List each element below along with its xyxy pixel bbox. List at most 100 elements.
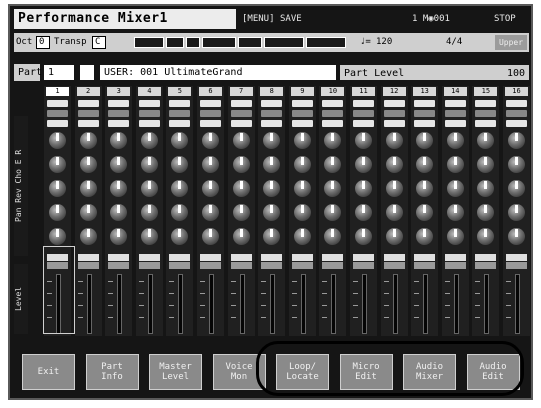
level-fader-track[interactable] <box>147 274 153 334</box>
knob-icon[interactable] <box>416 132 434 149</box>
knob-icon[interactable] <box>232 132 250 149</box>
knob-icon[interactable] <box>416 204 434 221</box>
knob-icon[interactable] <box>324 156 342 173</box>
knob-icon[interactable] <box>355 228 372 245</box>
fader-cap[interactable] <box>475 262 497 269</box>
knob-icon[interactable] <box>232 204 250 221</box>
knob-icon[interactable] <box>232 180 250 197</box>
fader-cap[interactable] <box>261 262 283 269</box>
function-button[interactable]: Part Info <box>85 354 139 390</box>
fader-cap[interactable] <box>108 254 130 261</box>
knob-icon[interactable] <box>202 156 219 173</box>
knob-icon[interactable] <box>355 204 372 221</box>
knob-icon[interactable] <box>171 180 189 197</box>
knob-icon[interactable] <box>416 228 434 245</box>
level-fader-track[interactable] <box>239 274 245 334</box>
knob-icon[interactable] <box>293 180 311 197</box>
oct-value[interactable]: 0 <box>36 36 50 49</box>
fader-cap[interactable] <box>291 262 313 269</box>
mixer-channel[interactable]: 3 <box>105 86 133 336</box>
knob-icon[interactable] <box>477 132 495 149</box>
knob-icon[interactable] <box>293 204 311 221</box>
knob-icon[interactable] <box>140 132 158 149</box>
upper-lower-button[interactable]: Upper <box>495 35 527 50</box>
function-button[interactable]: Exit <box>22 354 75 390</box>
knob-icon[interactable] <box>263 132 281 149</box>
fader-cap[interactable] <box>353 262 374 269</box>
tempo-value[interactable]: 120 <box>376 33 392 52</box>
knob-icon[interactable] <box>385 180 403 197</box>
fader-cap[interactable] <box>200 254 221 261</box>
fader-cap[interactable] <box>322 262 344 269</box>
mixer-channel[interactable]: 13 <box>411 86 439 336</box>
knob-icon[interactable] <box>477 156 495 173</box>
function-button[interactable]: Loop/ Locate <box>276 354 329 390</box>
knob-icon[interactable] <box>171 156 189 173</box>
fader-cap[interactable] <box>291 254 313 261</box>
fader-cap[interactable] <box>506 254 527 261</box>
knob-icon[interactable] <box>263 156 281 173</box>
knob-icon[interactable] <box>110 228 128 245</box>
level-fader-track[interactable] <box>270 274 276 334</box>
knob-icon[interactable] <box>446 228 464 245</box>
fader-cap[interactable] <box>353 254 374 261</box>
knob-icon[interactable] <box>49 156 66 173</box>
function-button[interactable]: Master Level <box>149 354 202 390</box>
level-fader-track[interactable] <box>117 274 123 334</box>
level-fader-track[interactable] <box>178 274 184 334</box>
save-label[interactable]: SAVE <box>280 9 302 29</box>
knob-icon[interactable] <box>508 204 525 221</box>
knob-icon[interactable] <box>446 156 464 173</box>
level-fader-track[interactable] <box>331 274 337 334</box>
fader-cap[interactable] <box>77 262 99 269</box>
fader-cap[interactable] <box>444 262 466 269</box>
fader-cap[interactable] <box>138 262 160 269</box>
knob-icon[interactable] <box>263 180 281 197</box>
mixer-channel[interactable]: 14 <box>441 86 469 336</box>
knob-icon[interactable] <box>355 156 372 173</box>
knob-icon[interactable] <box>232 228 250 245</box>
knob-icon[interactable] <box>263 228 281 245</box>
knob-icon[interactable] <box>110 204 128 221</box>
fader-cap[interactable] <box>383 254 405 261</box>
mixer-channel[interactable]: 10 <box>319 86 347 336</box>
fader-cap[interactable] <box>169 262 191 269</box>
knob-icon[interactable] <box>446 204 464 221</box>
level-fader-track[interactable] <box>362 274 367 334</box>
mixer-channel[interactable]: 8 <box>258 86 286 336</box>
knob-icon[interactable] <box>477 180 495 197</box>
knob-icon[interactable] <box>202 228 219 245</box>
knob-icon[interactable] <box>49 132 66 149</box>
knob-icon[interactable] <box>49 228 66 245</box>
function-button[interactable]: Voice Mon <box>212 354 266 390</box>
fader-cap[interactable] <box>475 254 497 261</box>
fader-cap[interactable] <box>108 262 130 269</box>
mixer-channel[interactable]: 6 <box>197 86 224 336</box>
function-button[interactable]: Audio Edit <box>466 354 520 390</box>
knob-icon[interactable] <box>324 132 342 149</box>
fader-cap[interactable] <box>383 262 405 269</box>
function-button[interactable]: Micro Edit <box>339 354 393 390</box>
function-button[interactable]: Audio Mixer <box>403 354 456 390</box>
knob-icon[interactable] <box>79 204 97 221</box>
fader-cap[interactable] <box>77 254 99 261</box>
mixer-channel[interactable]: 16 <box>503 86 530 336</box>
knob-icon[interactable] <box>232 156 250 173</box>
knob-icon[interactable] <box>324 180 342 197</box>
knob-icon[interactable] <box>140 228 158 245</box>
knob-icon[interactable] <box>79 156 97 173</box>
knob-icon[interactable] <box>171 204 189 221</box>
knob-icon[interactable] <box>385 156 403 173</box>
knob-icon[interactable] <box>263 204 281 221</box>
knob-icon[interactable] <box>171 132 189 149</box>
knob-icon[interactable] <box>49 180 66 197</box>
knob-icon[interactable] <box>293 228 311 245</box>
knob-icon[interactable] <box>385 132 403 149</box>
mixer-channel[interactable]: 7 <box>227 86 255 336</box>
knob-icon[interactable] <box>171 228 189 245</box>
knob-icon[interactable] <box>324 204 342 221</box>
fader-cap[interactable] <box>414 254 436 261</box>
mixer-channel[interactable]: 4 <box>135 86 163 336</box>
knob-icon[interactable] <box>110 180 128 197</box>
knob-icon[interactable] <box>140 156 158 173</box>
